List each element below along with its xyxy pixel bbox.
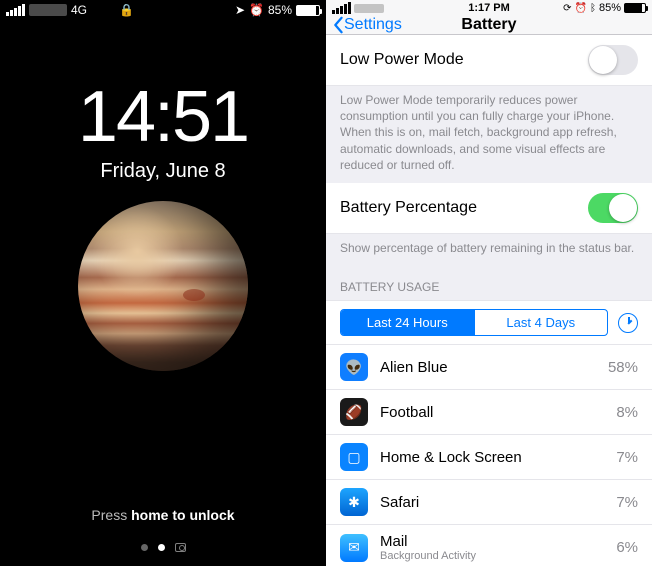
usage-row[interactable]: ▢ Home & Lock Screen7% (326, 435, 652, 480)
clock-time: 14:51 (0, 76, 326, 158)
carrier-label (354, 4, 384, 13)
signal-icon (6, 4, 25, 16)
unlock-hint[interactable]: Press home to unlock (0, 507, 326, 523)
status-time: 1:17 PM (437, 2, 542, 14)
battery-pct: 85% (599, 2, 621, 14)
battery-pct-label: Battery Percentage (340, 199, 588, 217)
bluetooth-icon: ᛒ (590, 3, 596, 14)
alarm-icon: ⏰ (249, 3, 264, 17)
app-icon: ▢ (340, 443, 368, 471)
app-name: Safari (380, 494, 616, 511)
status-bar: 1:17 PM ⟳ ⏰ ᛒ 85% (326, 0, 652, 16)
low-power-label: Low Power Mode (340, 51, 588, 69)
low-power-toggle[interactable] (588, 45, 638, 75)
low-power-row[interactable]: Low Power Mode (326, 35, 652, 86)
status-bar: 4G 🔒 ➤ ⏰ 85% (0, 0, 326, 20)
usage-header: Battery Usage (326, 266, 652, 300)
page-title: Battery (326, 16, 652, 34)
page-dot[interactable] (141, 544, 148, 551)
segment-24h[interactable]: Last 24 Hours (341, 310, 474, 335)
usage-row[interactable]: ✉ MailBackground Activity6% (326, 525, 652, 566)
lock-screen: 4G 🔒 ➤ ⏰ 85% 14:51 Friday, June 8 Press … (0, 0, 326, 566)
battery-pct-toggle[interactable] (588, 193, 638, 223)
app-pct: 7% (616, 494, 638, 511)
carrier-label (29, 4, 67, 16)
nav-bar: Settings Battery (326, 16, 652, 35)
settings-screen: 1:17 PM ⟳ ⏰ ᛒ 85% Settings Battery Low P… (326, 0, 652, 566)
app-pct: 7% (616, 449, 638, 466)
camera-icon[interactable] (175, 543, 186, 552)
location-icon: ➤ (235, 3, 245, 17)
usage-row[interactable]: ✱ Safari7% (326, 480, 652, 525)
app-pct: 58% (608, 359, 638, 376)
app-subtitle: Background Activity (380, 550, 616, 562)
usage-list: 👽 Alien Blue58% 🏈 Football8% ▢ Home & Lock Sc… (326, 345, 652, 566)
rotation-lock-icon: ⟳ (563, 3, 571, 14)
segment-4d[interactable]: Last 4 Days (474, 310, 608, 335)
app-icon: ✉ (340, 534, 368, 562)
battery-pct: 85% (268, 3, 292, 17)
page-dots[interactable] (0, 543, 326, 552)
app-pct: 6% (616, 539, 638, 556)
battery-pct-row[interactable]: Battery Percentage (326, 183, 652, 234)
signal-icon (332, 2, 351, 14)
battery-pct-desc: Show percentage of battery remaining in … (326, 234, 652, 266)
network-label: 4G (71, 3, 87, 17)
alarm-icon: ⏰ (575, 3, 587, 14)
lock-icon: 🔒 (119, 3, 134, 17)
app-name: Mail (380, 533, 616, 550)
app-name: Football (380, 404, 616, 421)
clock-date: Friday, June 8 (0, 160, 326, 183)
usage-row[interactable]: 👽 Alien Blue58% (326, 345, 652, 390)
clock-icon[interactable] (618, 313, 638, 333)
usage-row[interactable]: 🏈 Football8% (326, 390, 652, 435)
app-name: Alien Blue (380, 359, 608, 376)
app-icon: 👽 (340, 353, 368, 381)
app-icon: 🏈 (340, 398, 368, 426)
app-pct: 8% (616, 404, 638, 421)
time-range-segment: Last 24 Hours Last 4 Days (326, 300, 652, 345)
app-icon: ✱ (340, 488, 368, 516)
page-dot[interactable] (158, 544, 165, 551)
app-name: Home & Lock Screen (380, 449, 616, 466)
battery-icon (296, 5, 320, 16)
low-power-desc: Low Power Mode temporarily reduces power… (326, 86, 652, 183)
wallpaper-planet (78, 201, 248, 371)
battery-icon (624, 3, 646, 13)
